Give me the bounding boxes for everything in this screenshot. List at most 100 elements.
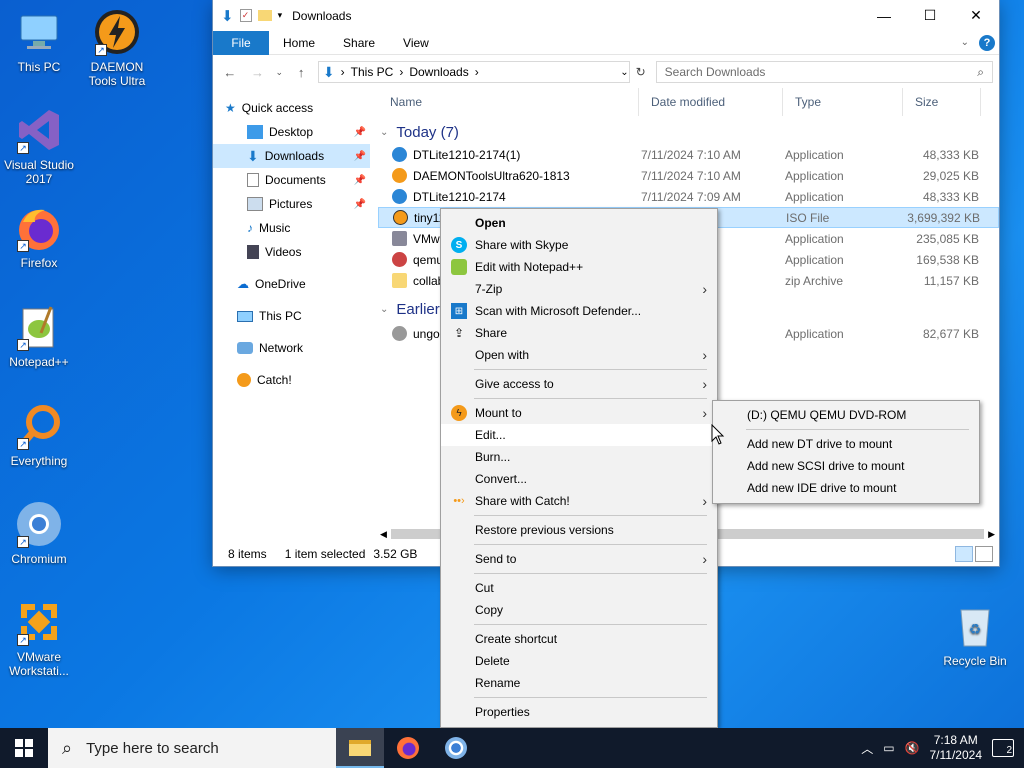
tab-view[interactable]: View [389,36,443,50]
breadcrumb-downloads[interactable]: Downloads [409,65,468,79]
desktop-icon-visual-studio[interactable]: ↗ Visual Studio 2017 [0,106,78,186]
close-button[interactable]: ✕ [953,0,999,31]
group-header-today[interactable]: ⌄ Today (7) [378,120,999,144]
column-header-size[interactable]: Size [903,88,981,116]
share-icon: ⇪ [453,326,465,340]
title-bar[interactable]: ⬇ ✓ ▾ Downloads — ☐ ✕ [213,0,999,31]
breadcrumb-separator-icon[interactable]: › [341,65,345,79]
scroll-right-icon[interactable]: ▶ [988,529,999,540]
nav-item-onedrive[interactable]: ☁ OneDrive [213,272,370,296]
menu-item-cut[interactable]: Cut [441,577,717,599]
submenu-item-add-ide-drive[interactable]: Add new IDE drive to mount [713,477,979,499]
nav-item-quick-access[interactable]: ★ Quick access [213,96,370,120]
back-arrow-icon[interactable]: ← [219,65,241,80]
submenu-item-add-dt-drive[interactable]: Add new DT drive to mount [713,433,979,455]
daemon-tools-ultra-icon [392,168,407,183]
menu-item-edit[interactable]: Edit... [441,424,717,446]
start-button[interactable] [0,728,48,768]
menu-item-share-with-skype[interactable]: S Share with Skype [441,234,717,256]
menu-item-delete[interactable]: Delete [441,650,717,672]
properties-icon[interactable]: ✓ [239,9,252,22]
refresh-icon[interactable]: ↻ [636,65,646,79]
nav-item-catch[interactable]: Catch! [213,368,370,392]
taskbar-chromium[interactable] [432,728,480,768]
desktop-icon-firefox[interactable]: ↗ Firefox [0,204,78,270]
scroll-left-icon[interactable]: ◀ [378,529,387,540]
breadcrumb-this-pc[interactable]: This PC [351,65,394,79]
desktop-icon-vmware[interactable]: ↗ VMware Workstati... [0,598,78,678]
submenu-item-add-scsi-drive[interactable]: Add new SCSI drive to mount [713,455,979,477]
search-input[interactable]: Search Downloads ⌕ [655,61,993,83]
notification-center-icon[interactable]: 2 [992,739,1014,757]
details-view-icon[interactable] [955,546,973,562]
taskbar-firefox[interactable] [384,728,432,768]
nav-item-downloads[interactable]: ⬇ Downloads 📌 [213,144,370,168]
menu-item-send-to[interactable]: Send to › [441,548,717,570]
menu-item-mount-to[interactable]: ϟ Mount to › [441,402,717,424]
menu-item-give-access-to[interactable]: Give access to › [441,373,717,395]
large-icons-view-icon[interactable] [975,546,993,562]
address-dropdown-icon[interactable]: ⌄ [620,67,628,78]
menu-item-burn[interactable]: Burn... [441,446,717,468]
submenu-arrow-icon: › [702,376,707,392]
menu-item-label: Properties [475,705,530,719]
menu-item-open-with[interactable]: Open with › [441,344,717,366]
desktop-icon-label: Everything [10,454,68,468]
maximize-button[interactable]: ☐ [907,0,953,31]
recent-locations-icon[interactable]: ⌄ [274,67,284,78]
menu-item-rename[interactable]: Rename [441,672,717,694]
menu-item-restore-previous-versions[interactable]: Restore previous versions [441,519,717,541]
network-tray-icon[interactable]: ▭ [883,741,894,755]
menu-item-7zip[interactable]: 7-Zip › [441,278,717,300]
menu-item-properties[interactable]: Properties [441,701,717,723]
column-header-name[interactable]: Name [378,88,639,116]
expand-ribbon-icon[interactable]: ⌄ [961,37,969,48]
help-icon[interactable]: ? [979,34,995,51]
menu-item-open[interactable]: Open [441,212,717,234]
tab-share[interactable]: Share [329,36,389,50]
nav-item-label: Videos [265,245,302,259]
address-bar[interactable]: ⬇ › This PC › Downloads › ⌄ [317,61,630,83]
column-header-date-modified[interactable]: Date modified [639,88,783,116]
desktop-icon-everything[interactable]: ↗ Everything [0,402,78,468]
nav-item-documents[interactable]: Documents 📌 [213,168,370,192]
volume-muted-icon[interactable]: 🔇 [905,741,920,755]
file-row[interactable]: DTLite1210-2174 7/11/2024 7:09 AM Applic… [378,186,999,207]
file-row[interactable]: DTLite1210-2174(1) 7/11/2024 7:10 AM App… [378,144,999,165]
customize-toolbar-icon[interactable]: ▾ [278,10,283,21]
desktop-icon-notepadpp[interactable]: ↗ Notepad++ [0,303,78,369]
submenu-item-qemu-dvd-rom[interactable]: (D:) QEMU QEMU DVD-ROM [713,404,979,426]
desktop-icon-daemon-tools[interactable]: ↗ DAEMON Tools Ultra [78,8,156,88]
breadcrumb-separator-icon[interactable]: › [399,65,403,79]
clock[interactable]: 7:18 AM 7/11/2024 [930,733,983,763]
menu-item-scan-defender[interactable]: ⊞ Scan with Microsoft Defender... [441,300,717,322]
tab-home[interactable]: Home [269,36,329,50]
nav-item-desktop[interactable]: Desktop 📌 [213,120,370,144]
taskbar-file-explorer[interactable] [336,728,384,768]
menu-item-share-with-catch[interactable]: ••› Share with Catch! › [441,490,717,512]
menu-item-label: Share with Skype [475,238,569,252]
tab-file[interactable]: File [213,30,269,55]
nav-item-this-pc[interactable]: This PC [213,304,370,328]
column-header-type[interactable]: Type [783,88,903,116]
menu-item-edit-with-notepadpp[interactable]: Edit with Notepad++ [441,256,717,278]
minimize-button[interactable]: — [861,0,907,31]
forward-arrow-icon[interactable]: → [247,65,269,80]
taskbar-search-box[interactable]: ⌕ Type here to search [48,728,336,768]
new-folder-icon[interactable] [257,10,272,21]
menu-item-copy[interactable]: Copy [441,599,717,621]
nav-item-pictures[interactable]: Pictures 📌 [213,192,370,216]
desktop-icon-recycle-bin[interactable]: ♻ Recycle Bin [936,602,1014,668]
desktop-icon-chromium[interactable]: ↗ Chromium [0,500,78,566]
nav-item-music[interactable]: ♪ Music [213,216,370,240]
nav-item-videos[interactable]: Videos [213,240,370,264]
menu-item-create-shortcut[interactable]: Create shortcut [441,628,717,650]
up-arrow-icon[interactable]: ↑ [290,65,312,80]
desktop-icon-this-pc[interactable]: This PC [0,8,78,74]
chevron-up-icon[interactable]: ︿ [861,740,873,757]
nav-item-network[interactable]: Network [213,336,370,360]
file-row[interactable]: DAEMONToolsUltra620-1813 7/11/2024 7:10 … [378,165,999,186]
breadcrumb-separator-icon[interactable]: › [475,65,479,79]
menu-item-convert[interactable]: Convert... [441,468,717,490]
menu-item-share[interactable]: ⇪ Share [441,322,717,344]
